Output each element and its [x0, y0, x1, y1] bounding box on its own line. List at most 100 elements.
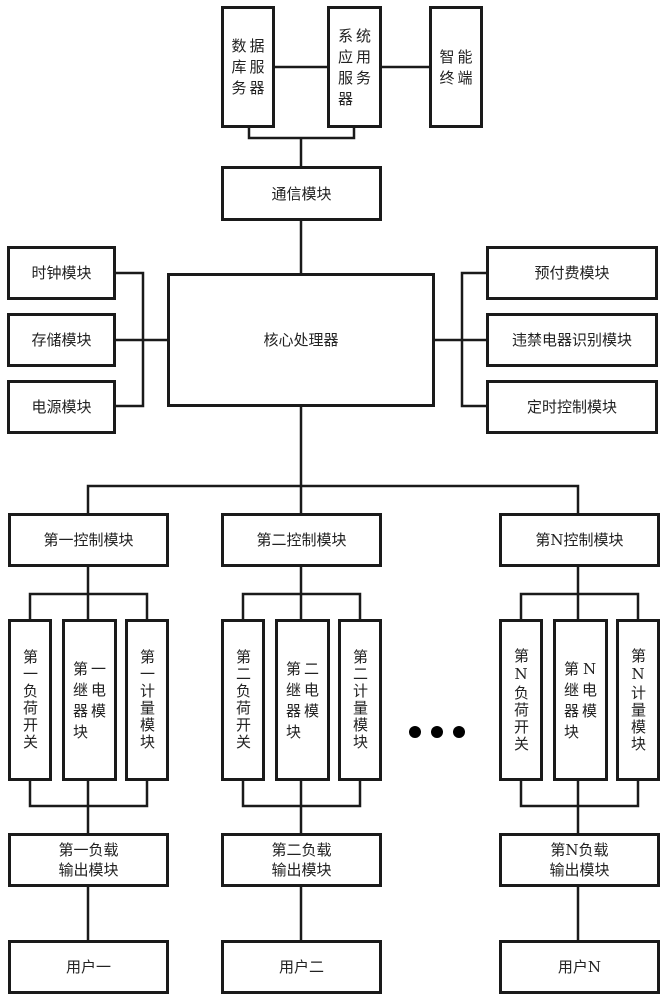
- control-module-box: 第一控制模块: [8, 513, 169, 567]
- user-box: 用户一: [8, 940, 169, 994]
- label-char: 器: [285, 701, 301, 720]
- system-app-server-box: 系统应用服务器: [327, 6, 382, 128]
- label-char: 务: [355, 68, 371, 87]
- prohibited-appliance-module-box: 违禁电器识别模块: [486, 313, 658, 367]
- timer-control-module-label: 定时控制模块: [526, 398, 617, 416]
- label-char: 块: [72, 722, 88, 741]
- label-char: 应: [337, 47, 353, 66]
- load-output-module-label: 第N负载 输出模块: [549, 841, 610, 879]
- label-char: 系: [337, 26, 353, 45]
- load-switch-box: 第二负荷开关: [221, 619, 265, 781]
- label-char: 继: [72, 680, 88, 699]
- label-char: 数: [231, 37, 247, 55]
- label-char: 服: [249, 58, 265, 76]
- label-char: 继: [563, 680, 579, 699]
- label-char: 第: [285, 659, 301, 678]
- label-char: 电: [581, 680, 597, 699]
- load-output-module-box: 第一负载 输出模块: [8, 833, 169, 887]
- metering-module-box: 第一计量模块: [125, 619, 169, 781]
- label-char: 模: [90, 701, 106, 720]
- clock-module-box: 时钟模块: [7, 246, 116, 300]
- relay-module-label: 第一继电器模块: [72, 659, 107, 742]
- ellipsis-dot: [409, 726, 421, 738]
- relay-module-box: 第一继电器模块: [62, 619, 117, 781]
- relay-module-box: 第二继电器模块: [275, 619, 330, 781]
- ellipsis-indicator: [404, 719, 470, 743]
- control-module-label: 第N控制模块: [535, 531, 624, 549]
- wire-sub-top-bus: [519, 592, 640, 619]
- label-char: 模: [581, 701, 597, 720]
- metering-module-label: 第一计量模块: [138, 649, 156, 751]
- relay-module-box: 第N继电器模块: [553, 619, 608, 781]
- load-output-module-label: 第一负载 输出模块: [58, 841, 119, 879]
- control-module-label: 第二控制模块: [256, 531, 347, 549]
- power-module-box: 电源模块: [7, 380, 116, 434]
- user-label: 用户一: [65, 958, 111, 976]
- label-char: 继: [285, 680, 301, 699]
- label-char: 终: [439, 68, 455, 87]
- label-char: 第: [563, 659, 579, 678]
- label-char: 电: [303, 680, 319, 699]
- core-processor-box: 核心处理器: [167, 273, 435, 407]
- smart-terminal-box: 智能终端: [429, 6, 483, 128]
- system-app-server-label: 系统应用服务器: [337, 26, 372, 109]
- metering-module-box: 第二计量模块: [338, 619, 382, 781]
- relay-module-label: 第二继电器模块: [285, 659, 320, 742]
- user-label: 用户N: [557, 958, 602, 976]
- label-char: 库: [231, 58, 247, 76]
- load-switch-label: 第N负荷开关: [512, 647, 530, 753]
- load-output-module-box: 第二负载 输出模块: [221, 833, 382, 887]
- prepaid-module-box: 预付费模块: [486, 246, 658, 300]
- relay-module-label: 第N继电器模块: [563, 659, 598, 742]
- load-switch-box: 第一负荷开关: [8, 619, 52, 781]
- power-module-label: 电源模块: [31, 398, 92, 416]
- label-char: 务: [231, 79, 247, 97]
- database-server-label: 数据库服务器: [231, 36, 266, 98]
- wire-servers-to-comm: [247, 127, 356, 140]
- wire-sub-bottom-bus: [519, 781, 640, 808]
- label-char: 器: [337, 89, 353, 108]
- label-char: 器: [249, 79, 265, 97]
- communication-module-box: 通信模块: [221, 166, 382, 221]
- timer-control-module-box: 定时控制模块: [486, 380, 658, 434]
- communication-module-label: 通信模块: [271, 184, 332, 203]
- storage-module-box: 存储模块: [7, 313, 116, 367]
- wire-control-bus: [86, 484, 580, 513]
- ellipsis-dot: [453, 726, 465, 738]
- core-processor-label: 核心处理器: [263, 331, 339, 349]
- user-label: 用户二: [278, 958, 324, 976]
- clock-module-label: 时钟模块: [31, 264, 92, 282]
- label-char: 块: [563, 722, 579, 741]
- label-char: 能: [457, 47, 473, 66]
- label-char: 块: [285, 722, 301, 741]
- control-module-label: 第一控制模块: [43, 531, 134, 549]
- label-char: 一: [90, 659, 106, 678]
- label-char: 服: [337, 68, 353, 87]
- prepaid-module-label: 预付费模块: [534, 264, 610, 282]
- label-char: 器: [72, 701, 88, 720]
- metering-module-label: 第N计量模块: [629, 647, 647, 753]
- label-char: 模: [303, 701, 319, 720]
- ellipsis-dot: [431, 726, 443, 738]
- smart-terminal-label: 智能终端: [439, 47, 474, 88]
- load-switch-label: 第二负荷开关: [234, 649, 252, 751]
- label-char: N: [582, 659, 597, 678]
- label-char: 第: [72, 659, 88, 678]
- label-char: 端: [457, 68, 473, 87]
- metering-module-box: 第N计量模块: [616, 619, 660, 781]
- label-char: 据: [249, 37, 265, 55]
- metering-module-label: 第二计量模块: [351, 649, 369, 751]
- load-switch-box: 第N负荷开关: [499, 619, 543, 781]
- user-box: 用户二: [221, 940, 382, 994]
- control-module-box: 第N控制模块: [499, 513, 660, 567]
- label-char: 电: [90, 680, 106, 699]
- prohibited-appliance-module-label: 违禁电器识别模块: [511, 331, 632, 349]
- control-module-box: 第二控制模块: [221, 513, 382, 567]
- storage-module-label: 存储模块: [31, 331, 92, 349]
- user-box: 用户N: [499, 940, 660, 994]
- label-char: 二: [303, 659, 319, 678]
- database-server-box: 数据库服务器: [221, 6, 275, 128]
- label-char: 智: [439, 47, 455, 66]
- label-char: 用: [355, 47, 371, 66]
- label-char: 器: [563, 701, 579, 720]
